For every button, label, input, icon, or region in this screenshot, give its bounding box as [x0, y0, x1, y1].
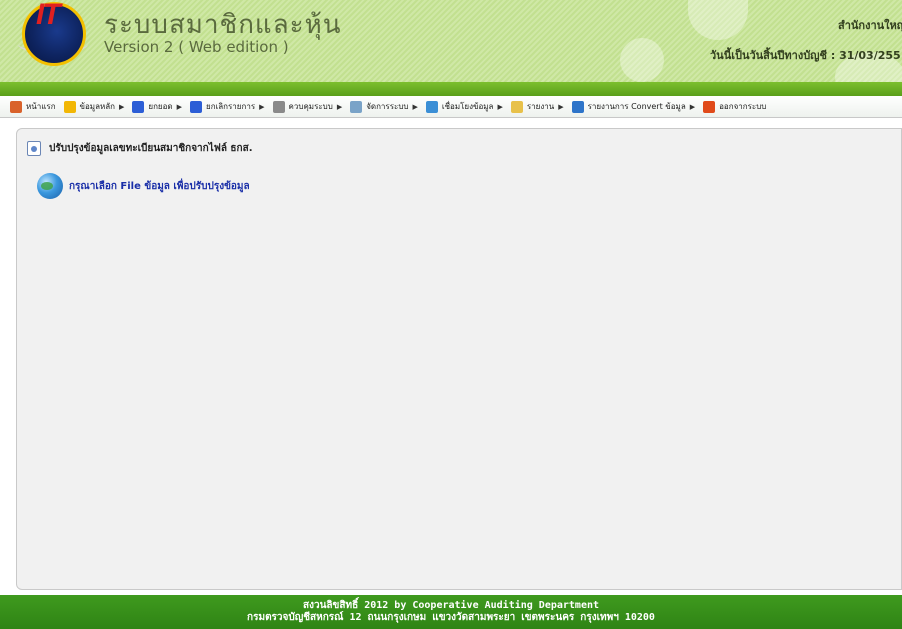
logo-text: IT: [36, 0, 61, 31]
menu-item-6[interactable]: เชื่อมโยงข้อมูล ▶: [425, 100, 503, 113]
submenu-arrow-icon: ▶: [689, 102, 696, 111]
header-band: [0, 82, 902, 96]
submenu-arrow-icon: ▶: [259, 102, 265, 111]
document-icon: [27, 141, 41, 156]
star-icon: [63, 100, 76, 113]
menu-item-label: ข้อมูลหลัก: [79, 102, 115, 111]
menu-item-4[interactable]: ควบคุมระบบ ▶: [272, 100, 343, 113]
menu-item-1[interactable]: ข้อมูลหลัก ▶: [63, 100, 125, 113]
menu-item-label: รายงานการ Convert ข้อมูล: [587, 102, 686, 111]
menu-item-label: เชื่อมโยงข้อมูล: [441, 102, 494, 111]
globe-icon[interactable]: [37, 173, 63, 199]
page-heading: ปรับปรุงข้อมูลเลขทะเบียนสมาชิกจากไฟล์ ธก…: [27, 141, 253, 156]
fiscal-year-end: วันนี้เป็นวันสิ้นปีทางบัญชี : 31/03/255: [710, 49, 901, 62]
menu-item-label: ยกเลิกรายการ: [206, 102, 256, 111]
office-name: สำนักงานใหญ: [838, 19, 902, 32]
menu-item-label: รายงาน: [526, 102, 555, 111]
menu-item-0[interactable]: หน้าแรก: [10, 100, 56, 113]
coin-watermark-icon: [688, 0, 748, 40]
main-menu: หน้าแรก ข้อมูลหลัก ▶ ยกยอด ▶ ยกเลิกรายการ ▶ ควบ…: [0, 96, 902, 118]
content-panel: ปรับปรุงข้อมูลเลขทะเบียนสมาชิกจากไฟล์ ธก…: [16, 128, 902, 590]
window-icon: [425, 100, 438, 113]
menu-item-label: ออกจากระบบ: [719, 102, 767, 111]
menu-item-3[interactable]: ยกเลิกรายการ ▶: [190, 100, 265, 113]
gears-icon: [350, 100, 363, 113]
menu-item-5[interactable]: จัดการระบบ ▶: [350, 100, 418, 113]
menu-item-8[interactable]: รายงานการ Convert ข้อมูล ▶: [571, 100, 696, 113]
cancel-save-icon: [190, 100, 202, 113]
exit-icon: [703, 100, 716, 113]
gear-icon: [272, 100, 285, 113]
submenu-arrow-icon: ▶: [412, 102, 418, 111]
home-icon: [10, 100, 22, 113]
coin-watermark-icon: [620, 38, 664, 82]
select-file-link[interactable]: กรุณาเลือก File ข้อมูล เพื่อปรับปรุงข้อม…: [37, 173, 250, 199]
menu-item-9[interactable]: ออกจากระบบ: [703, 100, 766, 113]
save-icon: [132, 100, 145, 113]
menu-item-label: ควบคุมระบบ: [288, 102, 333, 111]
page-footer: สงวนลิขสิทธิ์ 2012 by Cooperative Auditi…: [0, 595, 902, 629]
submenu-arrow-icon: ▶: [176, 102, 182, 111]
menu-item-label: หน้าแรก: [26, 102, 56, 111]
folder-icon: [510, 100, 523, 113]
submenu-arrow-icon: ▶: [336, 102, 343, 111]
menu-item-7[interactable]: รายงาน ▶: [510, 100, 564, 113]
app-version: Version 2 ( Web edition ): [104, 38, 289, 56]
submenu-arrow-icon: ▶: [558, 102, 564, 111]
menu-item-2[interactable]: ยกยอด ▶: [132, 100, 182, 113]
app-header: IT ระบบสมาชิกและหุ้น Version 2 ( Web edi…: [0, 0, 902, 96]
footer-copyright: สงวนลิขสิทธิ์ 2012 by Cooperative Auditi…: [302, 600, 600, 611]
page-title: ปรับปรุงข้อมูลเลขทะเบียนสมาชิกจากไฟล์ ธก…: [49, 143, 253, 154]
select-file-label[interactable]: กรุณาเลือก File ข้อมูล เพื่อปรับปรุงข้อม…: [69, 179, 250, 194]
convert-icon: [571, 100, 584, 113]
menu-item-label: ยกยอด: [148, 102, 173, 111]
menu-item-label: จัดการระบบ: [366, 102, 409, 111]
footer-address: กรมตรวจบัญชีสหกรณ์ 12 ถนนกรุงเกษม แขวงวั…: [247, 612, 655, 623]
submenu-arrow-icon: ▶: [119, 102, 125, 111]
submenu-arrow-icon: ▶: [497, 102, 503, 111]
